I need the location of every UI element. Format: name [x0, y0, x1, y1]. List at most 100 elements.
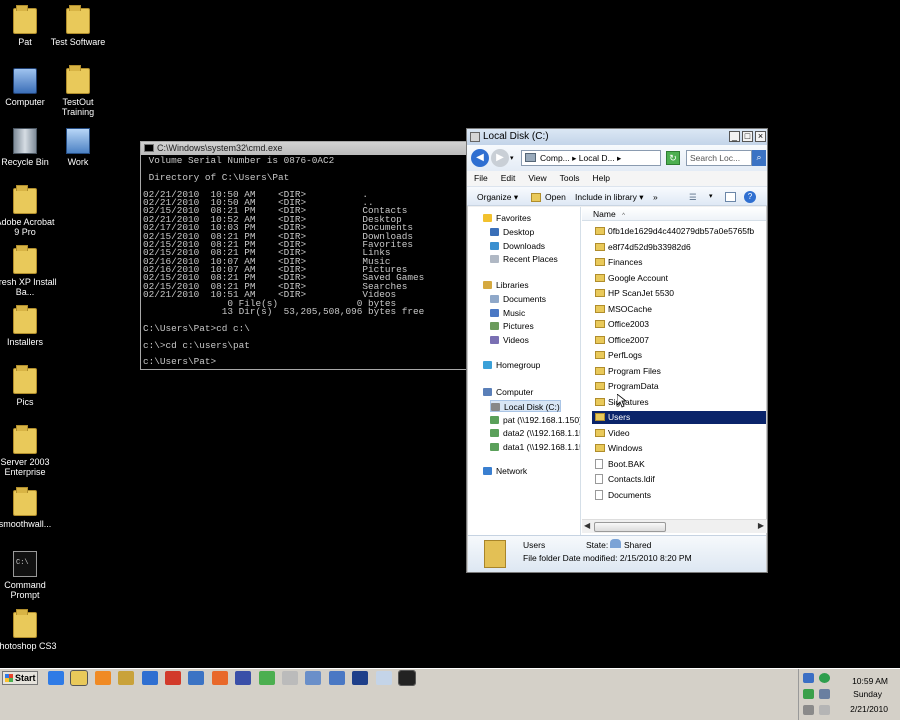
menu-edit[interactable]: Edit	[501, 173, 516, 183]
nav-network-drive[interactable]: data1 (\\192.168.1.15	[490, 441, 580, 453]
notepad-icon[interactable]	[375, 671, 392, 685]
more-commands-button[interactable]: »	[653, 187, 658, 207]
folder-row[interactable]: Program Files	[592, 365, 766, 378]
scroll-left-icon[interactable]: ◀	[584, 521, 590, 530]
scrollbar-thumb[interactable]	[594, 522, 666, 532]
search-input[interactable]: Search Loc...	[686, 150, 752, 166]
desktop-icon[interactable]: Fresh XP Install Ba...	[0, 245, 57, 297]
maximize-button[interactable]: □	[742, 131, 753, 142]
address-input[interactable]: Comp... ▸ Local D... ▸	[521, 150, 661, 166]
window-icon[interactable]	[235, 671, 252, 685]
internet-explorer-icon[interactable]	[48, 671, 64, 685]
file-row[interactable]: Boot.BAK	[592, 458, 766, 471]
scroll-right-icon[interactable]: ▶	[758, 521, 764, 530]
messenger-icon[interactable]	[819, 673, 830, 683]
back-button[interactable]: ◀	[471, 149, 489, 167]
checkmark-icon[interactable]	[165, 671, 181, 685]
desktop-icon[interactable]: Photoshop CS3	[0, 609, 57, 651]
open-button[interactable]: Open	[545, 187, 566, 207]
desktop-icon[interactable]: Adobe Acrobat 9 Pro	[0, 185, 57, 237]
folder-row[interactable]: Users	[592, 411, 766, 424]
photoshop-icon[interactable]	[352, 671, 369, 685]
music-icon[interactable]	[305, 671, 322, 685]
search-icon[interactable]: ⌕	[752, 150, 766, 166]
command-prompt-window[interactable]: C:\Windows\system32\cmd.exe Volume Seria…	[140, 141, 467, 370]
folder-row[interactable]: Google Account	[592, 272, 766, 285]
nav-local-disk[interactable]: Local Disk (C:)	[490, 400, 561, 412]
device-icon[interactable]	[803, 705, 814, 715]
volume-icon[interactable]	[819, 705, 830, 715]
folder-row[interactable]: 0fb1de1629d4c440279db57a0e5765fb	[592, 225, 766, 238]
forward-button[interactable]: ▶	[491, 149, 509, 167]
green-app-icon[interactable]	[258, 671, 275, 685]
folder-row[interactable]: Office2007	[592, 334, 766, 347]
clock-time[interactable]: 10:59 AM	[852, 676, 888, 686]
nav-favorite-desktop[interactable]: Desktop	[490, 226, 534, 238]
folder-row[interactable]: Video	[592, 427, 766, 440]
nav-library-videos[interactable]: Videos	[490, 334, 529, 346]
horizontal-scrollbar[interactable]: ◀ ▶	[582, 519, 767, 533]
explorer-window[interactable]: Local Disk (C:) _ □ × ◀ ▶ ▾ Comp... ▸ Lo…	[466, 128, 768, 573]
menu-file[interactable]: File	[474, 173, 488, 183]
cmd-output[interactable]: Volume Serial Number is 0876-0AC2 Direct…	[141, 155, 466, 369]
folder-row[interactable]: Finances	[592, 256, 766, 269]
folder-row[interactable]: ProgramData	[592, 380, 766, 393]
desktop-icon[interactable]: Pics	[0, 365, 57, 407]
nav-libraries[interactable]: Libraries	[483, 279, 529, 291]
file-row[interactable]: Documents	[592, 489, 766, 502]
desktop-icon[interactable]: Server 2003 Enterprise	[0, 425, 57, 477]
paint-icon[interactable]	[328, 671, 345, 685]
close-button[interactable]: ×	[755, 131, 766, 142]
shield-icon[interactable]	[141, 671, 158, 685]
menu-view[interactable]: View	[528, 173, 546, 183]
nav-network-drive[interactable]: data2 (\\192.168.1.15	[490, 427, 580, 439]
name-column-header[interactable]: Name ^	[582, 207, 766, 221]
nav-computer[interactable]: Computer	[483, 386, 533, 398]
nav-homegroup[interactable]: Homegroup	[483, 359, 540, 371]
explorer-titlebar[interactable]: Local Disk (C:) _ □ ×	[467, 129, 767, 145]
nav-library-pictures[interactable]: Pictures	[490, 320, 534, 332]
view-dropdown-icon[interactable]: ▾	[709, 187, 713, 207]
menu-tools[interactable]: Tools	[560, 173, 580, 183]
explorer-icon[interactable]	[70, 670, 89, 686]
desktop-icon[interactable]: TestOut Training	[46, 65, 110, 117]
preview-pane-icon[interactable]	[725, 192, 736, 202]
nav-library-documents[interactable]: Documents	[490, 293, 546, 305]
folder-row[interactable]: MSOCache	[592, 303, 766, 316]
nav-favorite-downloads[interactable]: Downloads	[490, 240, 545, 252]
desktop-icon[interactable]: Command Prompt	[0, 551, 57, 600]
nav-network-drive[interactable]: pat (\\192.168.1.150)	[490, 414, 580, 426]
change-view-icon[interactable]: ☰	[689, 187, 697, 207]
network-status-icon[interactable]	[803, 673, 814, 683]
nav-library-music[interactable]: Music	[490, 307, 525, 319]
folder-row[interactable]: Office2003	[592, 318, 766, 331]
desktop-icon[interactable]: Installers	[0, 305, 57, 347]
desktop-icon[interactable]: Test Software	[46, 5, 110, 47]
display-icon[interactable]	[819, 689, 830, 699]
folder-row[interactable]: Windows	[592, 442, 766, 455]
organize-button[interactable]: Organize ▾	[477, 187, 518, 207]
browser-icon[interactable]	[188, 671, 205, 685]
folder-row[interactable]: e8f74d52d9b33982d6	[592, 241, 766, 254]
document-icon[interactable]	[282, 671, 298, 685]
cmd-titlebar[interactable]: C:\Windows\system32\cmd.exe	[141, 142, 466, 155]
menu-help[interactable]: Help	[592, 173, 609, 183]
nav-favorites[interactable]: Favorites	[483, 212, 531, 224]
app-icon[interactable]	[118, 671, 135, 685]
include-in-library-button[interactable]: Include in library ▾	[575, 187, 644, 207]
desktop-icon[interactable]: Work	[46, 128, 110, 167]
nav-network[interactable]: Network	[483, 465, 527, 477]
start-button[interactable]: Start	[2, 671, 38, 685]
file-row[interactable]: Contacts.ldif	[592, 473, 766, 486]
cmd-icon[interactable]	[398, 670, 416, 686]
firefox-icon[interactable]	[211, 671, 228, 685]
nav-favorite-recent-places[interactable]: Recent Places	[490, 253, 558, 265]
folder-row[interactable]: HP ScanJet 5530	[592, 287, 766, 300]
help-icon[interactable]: ?	[744, 191, 756, 203]
minimize-button[interactable]: _	[729, 131, 740, 142]
update-icon[interactable]	[803, 689, 814, 699]
refresh-icon[interactable]: ↻	[666, 151, 680, 165]
recent-pages-dropdown-icon[interactable]: ▾	[510, 154, 514, 162]
desktop-icon[interactable]: smoothwall...	[0, 487, 57, 529]
media-player-icon[interactable]	[94, 671, 111, 685]
